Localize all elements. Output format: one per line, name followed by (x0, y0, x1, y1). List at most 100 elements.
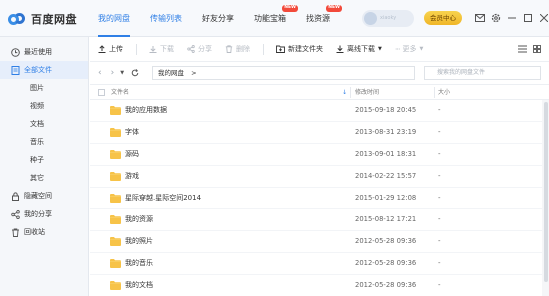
trash-icon (6, 228, 24, 237)
offline-download-icon (336, 45, 344, 53)
file-name[interactable]: 游戏 (125, 166, 139, 187)
sidebar-item-recycle-bin[interactable]: 回收站 (0, 223, 88, 241)
file-size: - (438, 259, 441, 268)
sort-down-arrow-icon[interactable]: ↓ (342, 85, 347, 100)
share-label: 分享 (198, 45, 212, 53)
file-name[interactable]: 我的音乐 (125, 253, 153, 274)
scrollbar-thumb[interactable] (544, 102, 548, 282)
toolbar: 上传 下载 分享 删除 新建文件夹 离线下载 ▼ ··· 更多 ▼ (90, 37, 549, 62)
select-all-checkbox[interactable] (98, 89, 105, 96)
breadcrumb-item[interactable]: 我的网盘 (158, 69, 184, 77)
sidebar-item-my-shares[interactable]: 我的分享 (0, 205, 88, 223)
more-label: 更多 (402, 45, 417, 53)
file-name[interactable]: 我的应用数据 (125, 100, 167, 121)
vip-center-button[interactable]: 会员中心 (424, 11, 462, 25)
file-modified: 2015-08-12 17:21 (355, 215, 417, 224)
close-icon[interactable] (538, 13, 549, 23)
sidebar-item-images[interactable]: 图片 (0, 79, 88, 97)
sidebar-item-label: 隐藏空间 (24, 192, 52, 200)
folder-icon (110, 281, 121, 291)
upload-label: 上传 (109, 45, 123, 53)
table-row[interactable]: 我的应用数据 2015-09-18 20:45 - (90, 100, 542, 122)
file-name[interactable]: 我的照片 (125, 231, 153, 252)
offline-download-button[interactable]: 离线下载 ▼ (336, 37, 382, 62)
column-header-modified[interactable]: 修改时间 (355, 85, 379, 100)
sidebar-item-label: 图片 (30, 84, 44, 92)
chevron-down-icon: ▼ (419, 46, 424, 52)
new-folder-icon (276, 45, 285, 53)
maximize-icon[interactable] (522, 13, 533, 23)
sidebar-item-recent[interactable]: 最近使用 (0, 43, 88, 61)
sidebar-item-hidden-space[interactable]: 隐藏空间 (0, 187, 88, 205)
file-size: - (438, 149, 441, 158)
column-divider (434, 87, 435, 98)
history-dropdown-icon[interactable]: ▼ (120, 70, 124, 76)
file-name[interactable]: 星际穿越.星际空间2014 (125, 188, 201, 209)
trash-icon (225, 45, 233, 53)
file-name[interactable]: 我的文档 (125, 275, 153, 296)
minimize-icon[interactable] (506, 13, 517, 23)
download-button[interactable]: 下载 (149, 37, 174, 62)
table-row[interactable]: 字体 2013-08-31 23:19 - (90, 122, 542, 144)
user-profile[interactable]: xiaoky (362, 10, 414, 27)
sidebar: 最近使用 全部文件 图片 视频 文档 音乐 种子 其它 隐藏空间 我的分享 回收… (0, 37, 89, 296)
nav-transfer-list[interactable]: 传输列表 (150, 0, 182, 37)
gear-icon[interactable] (490, 13, 501, 23)
table-row[interactable]: 我的文档 2012-05-28 09:36 - (90, 275, 542, 296)
column-header-size[interactable]: 大小 (438, 85, 450, 100)
download-icon (149, 45, 157, 53)
top-bar: 百度网盘 我的网盘 传输列表 好友分享 功能宝箱 NEW 找资源 NEW xia… (0, 0, 549, 37)
file-name[interactable]: 字体 (125, 122, 139, 143)
sidebar-item-torrents[interactable]: 种子 (0, 151, 88, 169)
search-input[interactable]: 搜索我的网盘文件 (424, 66, 541, 80)
address-bar: ‹ › ▼ 我的网盘 > 搜索我的网盘文件 (90, 62, 549, 84)
folder-icon (110, 259, 121, 269)
column-header-name[interactable]: 文件名 (111, 85, 129, 100)
share-button[interactable]: 分享 (187, 37, 212, 62)
list-view-icon[interactable] (518, 45, 527, 55)
nav-toolbox[interactable]: 功能宝箱 NEW (254, 0, 298, 37)
back-arrow-icon[interactable]: ‹ (98, 68, 102, 78)
table-row[interactable]: 我的音乐 2012-05-28 09:36 - (90, 253, 542, 276)
sidebar-item-label: 全部文件 (24, 66, 52, 74)
file-modified: 2012-05-28 09:36 (355, 237, 417, 246)
table-row[interactable]: 游戏 2014-02-22 15:57 - (90, 166, 542, 188)
sidebar-item-videos[interactable]: 视频 (0, 97, 88, 115)
sidebar-item-documents[interactable]: 文档 (0, 115, 88, 133)
table-row[interactable]: 我的资源 2015-08-12 17:21 - (90, 209, 542, 232)
share-icon (187, 45, 195, 53)
file-modified: 2013-09-01 18:31 (355, 149, 417, 158)
nav-toolbox-label: 功能宝箱 (254, 14, 286, 23)
breadcrumb-separator: > (191, 69, 197, 77)
file-name[interactable]: 源码 (125, 144, 139, 165)
nav-find-resources[interactable]: 找资源 NEW (306, 0, 342, 37)
nav-friend-share[interactable]: 好友分享 (202, 0, 234, 37)
new-folder-button[interactable]: 新建文件夹 (276, 37, 323, 62)
nav-my-disk[interactable]: 我的网盘 (98, 0, 130, 37)
more-button[interactable]: ··· 更多 ▼ (395, 37, 424, 62)
main-nav: 我的网盘 传输列表 好友分享 功能宝箱 NEW 找资源 NEW (98, 0, 350, 37)
upload-icon (98, 45, 106, 53)
sidebar-item-all-files[interactable]: 全部文件 (0, 61, 88, 79)
delete-button[interactable]: 删除 (225, 37, 250, 62)
view-switcher (512, 45, 541, 55)
mail-icon[interactable] (474, 13, 485, 23)
grid-view-icon[interactable] (533, 45, 541, 55)
new-badge: NEW (282, 5, 298, 12)
folder-icon (110, 237, 121, 247)
table-row[interactable]: 星际穿越.星际空间2014 2015-01-29 12:08 - (90, 188, 542, 210)
column-divider (350, 87, 351, 98)
refresh-icon[interactable] (131, 69, 139, 77)
logo[interactable]: 百度网盘 (8, 10, 77, 28)
upload-button[interactable]: 上传 (98, 37, 123, 62)
sidebar-item-other[interactable]: 其它 (0, 169, 88, 187)
sidebar-item-label: 回收站 (24, 228, 45, 236)
username: xiaoky (380, 15, 397, 21)
sidebar-item-music[interactable]: 音乐 (0, 133, 88, 151)
table-row[interactable]: 我的照片 2012-05-28 09:36 - (90, 231, 542, 254)
table-row[interactable]: 源码 2013-09-01 18:31 - (90, 144, 542, 166)
forward-arrow-icon[interactable]: › (111, 68, 115, 78)
file-name[interactable]: 我的资源 (125, 209, 153, 230)
breadcrumb[interactable]: 我的网盘 > (152, 66, 415, 80)
toolbar-divider (136, 43, 137, 55)
